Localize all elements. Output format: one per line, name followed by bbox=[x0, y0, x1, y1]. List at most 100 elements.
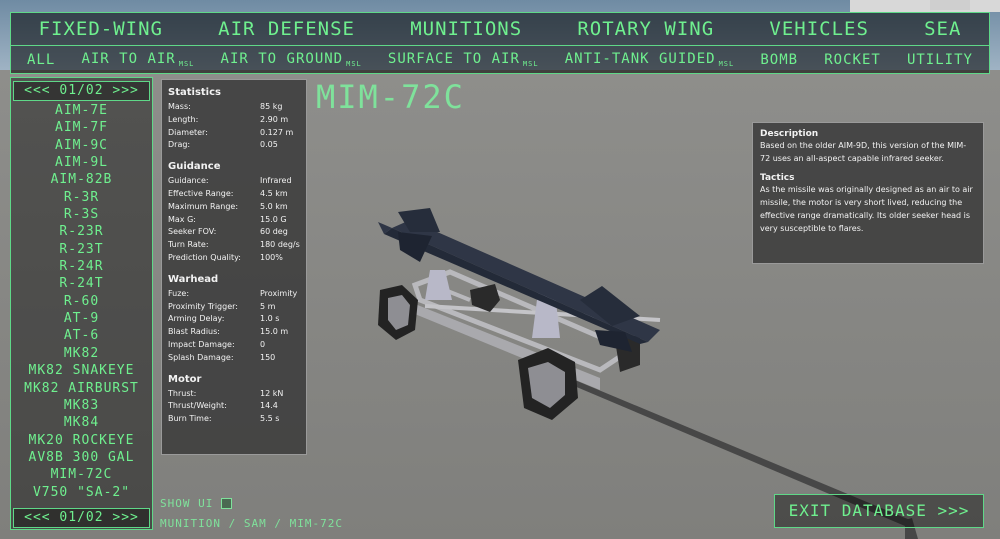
list-item[interactable]: R-60 bbox=[11, 293, 152, 310]
stat-key: Maximum Range: bbox=[168, 201, 239, 211]
list-item[interactable]: V750 "SA-2" bbox=[11, 484, 152, 501]
list-item[interactable]: AIM-9C bbox=[11, 137, 152, 154]
stat-row: Seeker FOV: 60 deg bbox=[168, 226, 300, 239]
subnav-all[interactable]: ALL bbox=[27, 52, 55, 68]
list-item[interactable]: AIM-82B bbox=[11, 171, 152, 188]
list-item[interactable]: AT-9 bbox=[11, 310, 152, 327]
stat-key: Effective Range: bbox=[168, 188, 234, 198]
list-item[interactable]: R-24R bbox=[11, 258, 152, 275]
subnav-air-to-air[interactable]: AIR TO AIR MSL bbox=[81, 51, 194, 68]
stat-row: Max G: 15.0 G bbox=[168, 214, 300, 227]
stat-value: Infrared bbox=[260, 176, 292, 186]
stat-value: 0.05 bbox=[260, 140, 278, 150]
stat-row: Impact Damage: 0 bbox=[168, 339, 300, 352]
tactics-heading: Tactics bbox=[760, 173, 795, 184]
list-item[interactable]: MK82 bbox=[11, 345, 152, 362]
pager-bottom[interactable]: <<< 01/02 >>> bbox=[13, 508, 150, 528]
exit-database-button[interactable]: EXIT DATABASE >>> bbox=[774, 494, 984, 528]
subnav-surface-to-air[interactable]: SURFACE TO AIR MSL bbox=[388, 51, 539, 68]
subnav-label: ROCKET bbox=[824, 51, 881, 68]
stat-key: Burn Time: bbox=[168, 414, 212, 424]
stat-row: Mass: 85 kg bbox=[168, 101, 300, 114]
stat-row: Prediction Quality: 100% bbox=[168, 252, 300, 265]
stats-section: Statistics Mass: 85 kg Length: 2.90 m Diamete… bbox=[168, 87, 300, 152]
stat-key: Proximity Trigger: bbox=[168, 301, 238, 311]
stats-section-heading: Statistics bbox=[168, 87, 221, 98]
list-item[interactable]: R-3R bbox=[11, 189, 152, 206]
stat-row: Fuze: Proximity bbox=[168, 288, 300, 301]
subnav-suffix: MSL bbox=[522, 60, 539, 68]
subnav-label: AIR TO AIR bbox=[81, 51, 176, 67]
stat-key: Thrust/Weight: bbox=[168, 401, 227, 411]
page-title: MIM-72C bbox=[316, 78, 465, 116]
stats-panel: Statistics Mass: 85 kg Length: 2.90 m Diamete… bbox=[161, 79, 307, 455]
stat-row: Turn Rate: 180 deg/s bbox=[168, 239, 300, 252]
list-item[interactable]: AIM-7F bbox=[11, 119, 152, 136]
stat-row: Proximity Trigger: 5 m bbox=[168, 301, 300, 314]
list-item[interactable]: MIM-72C bbox=[11, 466, 152, 483]
stat-value: 5.0 km bbox=[260, 201, 288, 211]
list-item[interactable]: R-3S bbox=[11, 206, 152, 223]
stat-value: 100% bbox=[260, 252, 283, 262]
nav-tab-air-defense[interactable]: AIR DEFENSE bbox=[218, 18, 355, 40]
nav-tab-sea[interactable]: SEA bbox=[924, 18, 961, 40]
nav-tab-rotary-wing[interactable]: ROTARY WING bbox=[577, 18, 714, 40]
subnav-utility[interactable]: UTILITY bbox=[907, 52, 973, 68]
subnav-label: ANTI-TANK GUIDED bbox=[564, 51, 716, 67]
list-item[interactable]: MK20 ROCKEYE bbox=[11, 432, 152, 449]
nav-tab-vehicles[interactable]: VEHICLES bbox=[769, 18, 869, 40]
stat-key: Max G: bbox=[168, 214, 196, 224]
list-item[interactable]: AV8B 300 GAL bbox=[11, 449, 152, 466]
stat-value: 5.5 s bbox=[260, 414, 280, 424]
pager-top[interactable]: <<< 01/02 >>> bbox=[13, 81, 150, 101]
stats-section-heading: Motor bbox=[168, 373, 202, 385]
list-item[interactable]: AIM-7E bbox=[11, 102, 152, 119]
stat-key: Guidance: bbox=[168, 176, 209, 186]
list-item[interactable]: MK84 bbox=[11, 414, 152, 431]
stat-value: 1.0 s bbox=[260, 314, 280, 324]
show-ui-checkbox[interactable] bbox=[221, 498, 233, 509]
subnav-label: ALL bbox=[27, 51, 56, 68]
stat-value: 14.4 bbox=[260, 401, 278, 411]
stat-key: Drag: bbox=[168, 140, 191, 150]
stats-section: Motor Thrust: 12 kN Thrust/Weight: 14.4 Burn … bbox=[168, 374, 300, 426]
subnav-label: UTILITY bbox=[906, 51, 973, 68]
stat-value: 12 kN bbox=[260, 388, 284, 398]
stat-key: Arming Delay: bbox=[168, 314, 225, 324]
stat-row: Drag: 0.05 bbox=[168, 139, 300, 152]
description-panel: Description Based on the older AIM-9D, t… bbox=[752, 122, 984, 264]
stat-value: 2.90 m bbox=[260, 114, 289, 124]
list-item[interactable]: MK82 SNAKEYE bbox=[11, 362, 152, 379]
list-item[interactable]: MK83 bbox=[11, 397, 152, 414]
category-nav: FIXED-WING AIR DEFENSE MUNITIONS ROTARY … bbox=[10, 12, 990, 46]
nav-tab-munitions[interactable]: MUNITIONS bbox=[410, 18, 522, 40]
stat-key: Diameter: bbox=[168, 127, 208, 137]
list-item[interactable]: R-23R bbox=[11, 223, 152, 240]
stat-value: 0.127 m bbox=[260, 127, 294, 137]
subnav-air-to-ground[interactable]: AIR TO GROUND MSL bbox=[221, 51, 362, 68]
list-item[interactable]: R-23T bbox=[11, 241, 152, 258]
stat-value: 15.0 G bbox=[260, 214, 287, 224]
list-item[interactable]: R-24T bbox=[11, 275, 152, 292]
stat-row: Arming Delay: 1.0 s bbox=[168, 313, 300, 326]
stat-key: Blast Radius: bbox=[168, 327, 220, 337]
show-ui-toggle[interactable]: SHOW UI bbox=[160, 497, 233, 510]
stat-row: Length: 2.90 m bbox=[168, 114, 300, 127]
list-item[interactable]: AIM-9L bbox=[11, 154, 152, 171]
subcategory-nav: ALL AIR TO AIR MSL AIR TO GROUND MSL SURFA… bbox=[10, 46, 990, 74]
subnav-rocket[interactable]: ROCKET bbox=[824, 52, 881, 68]
list-item[interactable]: AT-6 bbox=[11, 327, 152, 344]
subnav-bomb[interactable]: BOMB bbox=[760, 52, 798, 68]
stat-key: Length: bbox=[168, 114, 199, 124]
stat-value: 0 bbox=[260, 339, 266, 349]
list-item[interactable]: MK82 AIRBURST bbox=[11, 380, 152, 397]
stat-value: 85 kg bbox=[260, 102, 283, 111]
subnav-label: BOMB bbox=[760, 51, 799, 68]
stat-row: Maximum Range: 5.0 km bbox=[168, 201, 300, 214]
stat-row: Blast Radius: 15.0 m bbox=[168, 326, 300, 339]
stat-key: Impact Damage: bbox=[168, 339, 235, 349]
stat-value: Proximity bbox=[260, 288, 298, 298]
stat-row: Diameter: 0.127 m bbox=[168, 127, 300, 140]
nav-tab-fixed-wing[interactable]: FIXED-WING bbox=[39, 18, 163, 40]
subnav-anti-tank-guided[interactable]: ANTI-TANK GUIDED MSL bbox=[565, 51, 735, 68]
